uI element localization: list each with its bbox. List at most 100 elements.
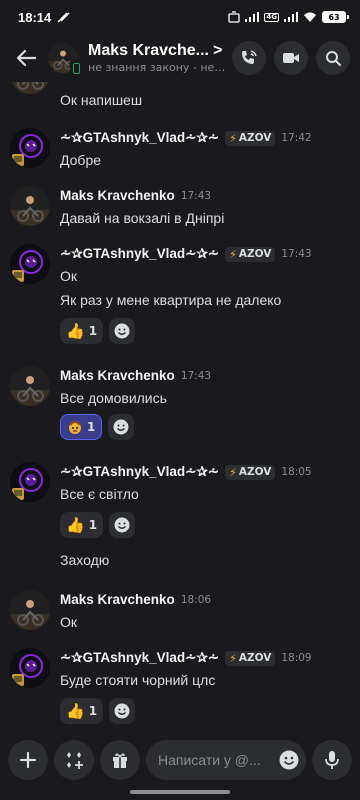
emoji-add-icon — [114, 517, 130, 533]
video-call-button[interactable] — [274, 41, 308, 75]
phone-call-icon — [242, 50, 257, 64]
signal-icon — [245, 12, 260, 22]
message-text: Все є світло — [60, 486, 139, 502]
username[interactable]: ⩪✰GTAshnyk_Vlad⩪✰⩪ — [60, 464, 219, 480]
username[interactable]: ⩪✰GTAshnyk_Vlad⩪✰⩪ — [60, 246, 219, 262]
system-nav-bar — [0, 784, 360, 800]
chat-header: Maks Kravche... > не знання закону - не … — [0, 34, 360, 82]
reaction-thumbs-up[interactable]: 👍 1 — [60, 512, 104, 538]
avatar[interactable] — [10, 244, 50, 284]
message-text: Давай на вокзалі в Дніпрі — [60, 210, 225, 226]
message-item[interactable]: ⩪✰GTAshnyk_Vlad⩪✰⩪ ⚡ AZOV 18:05 Все є сві… — [0, 462, 360, 572]
message-text: Все домовились — [60, 390, 167, 406]
voice-message-button[interactable] — [312, 740, 352, 780]
message-text: Як раз у мене квартира не далеко — [60, 292, 282, 308]
username[interactable]: Maks Kravchenko — [60, 592, 175, 607]
message-text: Ок — [60, 614, 78, 630]
clan-tag: ⚡ AZOV — [225, 650, 276, 666]
header-avatar[interactable] — [48, 43, 82, 76]
chat-subtitle: не знання закону - не звіл... — [88, 61, 228, 74]
add-reaction-button[interactable] — [108, 414, 135, 440]
username[interactable]: ⩪✰GTAshnyk_Vlad⩪✰⩪ — [60, 130, 219, 146]
alarm-icon — [228, 11, 241, 23]
emoji-add-icon — [114, 323, 130, 339]
username[interactable]: ⩪✰GTAshnyk_Vlad⩪✰⩪ — [60, 650, 219, 666]
back-button[interactable] — [10, 42, 42, 74]
clan-tag: ⚡ AZOV — [225, 464, 276, 480]
avatar[interactable] — [10, 366, 50, 406]
message-item[interactable]: ⩪✰GTAshnyk_Vlad⩪✰⩪ ⚡ AZOV 18:09 Буде стоя… — [0, 648, 360, 728]
battery-icon: 63 — [322, 11, 349, 23]
username[interactable]: Maks Kravchenko — [60, 368, 175, 383]
plus-icon — [19, 751, 37, 769]
message-text: Буде стояти чорний цлс — [60, 672, 216, 688]
message-item[interactable]: Maks Kravchenko 18:06 Ок — [0, 590, 360, 640]
search-icon — [326, 51, 341, 66]
gift-icon — [113, 753, 127, 768]
face-emoji-icon — [69, 421, 81, 434]
apps-button[interactable] — [54, 740, 94, 780]
avatar[interactable] — [10, 590, 50, 630]
add-attachment-button[interactable] — [8, 740, 48, 780]
avatar[interactable] — [10, 128, 50, 168]
timestamp: 18:06 — [180, 593, 212, 606]
message-item[interactable]: Ок напишеш — [0, 82, 360, 108]
timestamp: 18:09 — [281, 652, 312, 664]
gift-button[interactable] — [100, 740, 140, 780]
avatar[interactable] — [10, 186, 50, 226]
message-item[interactable]: Maks Kravchenko 17:43 Все домовились 1 — [0, 366, 360, 446]
arrow-left-icon — [16, 49, 36, 67]
message-item[interactable]: Maks Kravchenko 17:43 Давай на вокзалі в… — [0, 186, 360, 236]
chevron-right-icon: > — [212, 42, 223, 59]
voice-call-button[interactable] — [232, 41, 266, 75]
network-badge: 4G — [264, 12, 279, 22]
timestamp: 17:43 — [281, 248, 312, 260]
emoji-icon[interactable] — [278, 749, 300, 771]
microphone-icon — [325, 751, 339, 769]
add-reaction-button[interactable] — [109, 698, 136, 724]
message-text: Добре — [60, 152, 102, 168]
thumbs-up-icon: 👍 — [66, 701, 85, 720]
composer-bar — [0, 736, 360, 784]
status-time: 18:14 — [18, 9, 52, 25]
chat-title: Maks Kravche... > — [88, 42, 228, 60]
message-text: Заходю — [60, 552, 110, 568]
emoji-add-icon — [113, 419, 129, 435]
avatar[interactable] — [10, 82, 50, 94]
message-text: Ок напишеш — [60, 92, 143, 108]
mobile-status-icon — [70, 60, 82, 76]
username[interactable]: Maks Kravchenko — [60, 188, 175, 203]
header-text[interactable]: Maks Kravche... > не знання закону - не … — [88, 42, 228, 74]
add-reaction-button[interactable] — [109, 318, 136, 344]
add-reaction-button[interactable] — [109, 512, 136, 538]
search-button[interactable] — [316, 41, 350, 75]
message-list[interactable]: Ок напишеш ⩪✰GTAshnyk_Vlad⩪✰⩪ ⚡ AZOV 17:4… — [0, 82, 360, 732]
bolt-icon: ⚡ — [229, 651, 237, 665]
thumbs-up-icon: 👍 — [66, 515, 85, 534]
message-item[interactable]: ⩪✰GTAshnyk_Vlad⩪✰⩪ ⚡ AZOV 17:42 Добре — [0, 128, 360, 178]
video-camera-icon — [283, 53, 299, 63]
timestamp: 17:43 — [180, 369, 212, 382]
reaction-thumbs-up[interactable]: 👍 1 — [60, 698, 104, 724]
bolt-icon: ⚡ — [229, 131, 237, 145]
avatar[interactable] — [10, 462, 50, 502]
clan-tag: ⚡ AZOV — [225, 130, 276, 146]
clan-tag: ⚡ AZOV — [225, 246, 276, 262]
thumbs-up-icon: 👍 — [66, 321, 85, 340]
timestamp: 17:42 — [281, 132, 312, 144]
signal-icon-2 — [284, 12, 298, 22]
notification-icon — [57, 12, 70, 23]
reaction-thumbs-up[interactable]: 👍 1 — [60, 318, 104, 344]
message-input-wrapper[interactable] — [146, 740, 306, 780]
reaction-custom-emoji[interactable]: 1 — [60, 414, 103, 440]
message-input[interactable] — [158, 752, 278, 768]
chat-title-text: Maks Kravche... — [88, 42, 209, 59]
bolt-icon: ⚡ — [229, 465, 237, 479]
timestamp: 17:43 — [180, 189, 212, 202]
emoji-add-icon — [114, 703, 130, 719]
timestamp: 18:05 — [281, 466, 312, 478]
home-indicator[interactable] — [130, 790, 230, 794]
message-item[interactable]: ⩪✰GTAshnyk_Vlad⩪✰⩪ ⚡ AZOV 17:43 Ок Як раз… — [0, 244, 360, 354]
bolt-icon: ⚡ — [229, 247, 237, 261]
avatar[interactable] — [10, 648, 50, 688]
